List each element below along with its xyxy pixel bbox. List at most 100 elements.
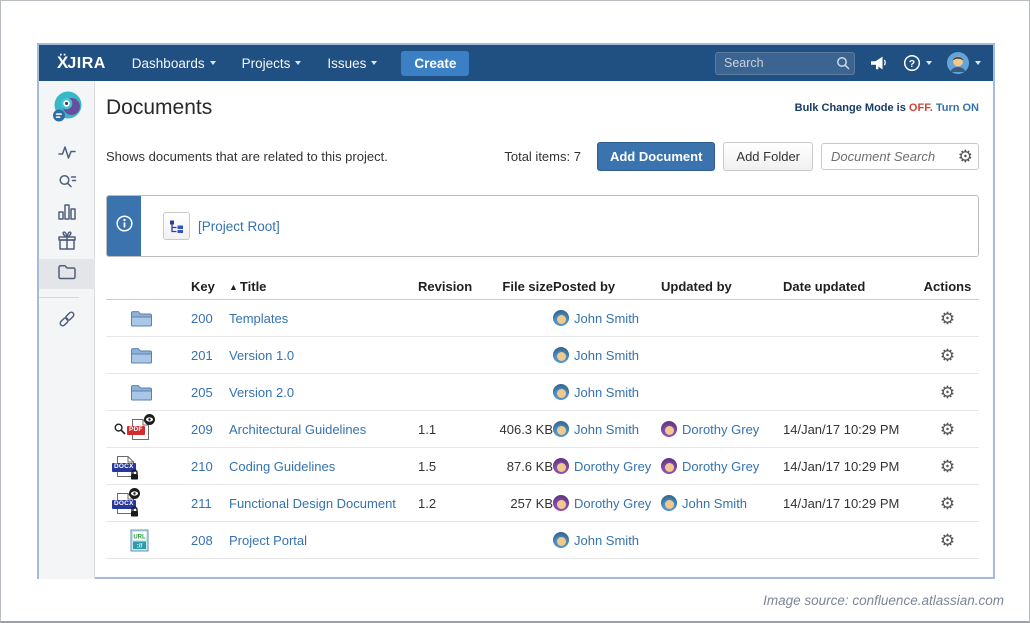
nav-projects[interactable]: Projects	[242, 56, 302, 71]
sidebar-divider	[39, 297, 79, 298]
nav-dashboards[interactable]: Dashboards	[132, 56, 216, 71]
project-root-link[interactable]: [Project Root]	[198, 219, 280, 234]
column-header-updated-by[interactable]: Updated by	[661, 279, 781, 294]
caret-down-icon	[371, 61, 377, 65]
sidebar-items	[39, 139, 95, 336]
column-header-label: Posted by	[553, 279, 615, 294]
user-link[interactable]: John Smith	[682, 496, 747, 511]
doc-key-cell: 200	[191, 311, 229, 326]
user-link[interactable]: John Smith	[574, 311, 639, 326]
user-link[interactable]: John Smith	[574, 533, 639, 548]
column-header-posted-by[interactable]: Posted by	[553, 279, 661, 294]
table-row: DOCX211Functional Design Document1.2257 …	[106, 485, 979, 522]
sidebar-item-reports[interactable]	[39, 199, 95, 229]
navbar-search	[715, 52, 855, 75]
posted-by-cell: John Smith	[553, 310, 661, 326]
avatar-face	[557, 537, 566, 546]
row-actions-gear-icon[interactable]: ⚙	[940, 347, 955, 364]
user-link[interactable]: Dorothy Grey	[574, 459, 651, 474]
doc-key-link[interactable]: 211	[191, 496, 212, 511]
jira-logo[interactable]: ẌJIRA	[57, 53, 106, 73]
turn-on-link[interactable]: Turn ON	[933, 102, 979, 114]
top-navbar: ẌJIRA Dashboards Projects Issues Create ?	[39, 45, 993, 81]
doc-title-link[interactable]: Project Portal	[229, 533, 307, 548]
row-actions-gear-icon[interactable]: ⚙	[940, 384, 955, 401]
doc-key-link[interactable]: 205	[191, 385, 213, 400]
sidebar-item-link[interactable]	[39, 306, 95, 336]
user-avatar	[553, 495, 569, 511]
sidebar-item-documents[interactable]	[39, 259, 95, 289]
search-settings-gear-icon[interactable]: ⚙	[958, 148, 973, 165]
user-link[interactable]: John Smith	[574, 348, 639, 363]
posted-by-cell: John Smith	[553, 532, 661, 548]
megaphone-icon[interactable]	[869, 55, 889, 71]
user-link[interactable]: Dorothy Grey	[682, 422, 759, 437]
posted-by-cell: John Smith	[553, 384, 661, 400]
svg-text:://: ://	[137, 542, 143, 549]
revision-value: 1.2	[416, 496, 471, 511]
doc-title-cell: Functional Design Document	[229, 496, 416, 511]
user-link[interactable]: Dorothy Grey	[682, 459, 759, 474]
help-menu[interactable]: ?	[903, 54, 932, 72]
doc-title-link[interactable]: Functional Design Document	[229, 496, 396, 511]
pdf-file-icon: PDF	[114, 418, 150, 441]
user-avatar	[661, 421, 677, 437]
row-actions-gear-icon[interactable]: ⚙	[940, 421, 955, 438]
doc-key-link[interactable]: 201	[191, 348, 213, 363]
folder-icon	[130, 384, 153, 401]
doc-title-cell: Templates	[229, 311, 416, 326]
user-link[interactable]: John Smith	[574, 385, 639, 400]
search-input[interactable]	[715, 52, 855, 75]
row-actions-gear-icon[interactable]: ⚙	[940, 495, 955, 512]
column-header-date-updated[interactable]: Date updated	[781, 279, 916, 294]
row-actions-gear-icon[interactable]: ⚙	[940, 310, 955, 327]
table-row: 200 Templates John Smith ⚙	[106, 300, 979, 337]
doc-key-link[interactable]: 210	[191, 459, 213, 474]
date-updated-value: 14/Jan/17 10:29 PM	[781, 459, 916, 474]
doc-title-link[interactable]: Coding Guidelines	[229, 459, 335, 474]
column-header-actions[interactable]: Actions	[916, 279, 979, 294]
row-actions-gear-icon[interactable]: ⚙	[940, 458, 955, 475]
add-document-button[interactable]: Add Document	[597, 142, 715, 171]
total-items-label: Total items: 7	[504, 149, 581, 164]
posted-by-cell: John Smith	[553, 347, 661, 363]
doc-title-link[interactable]: Version 1.0	[229, 348, 294, 363]
doc-key-link[interactable]: 209	[191, 422, 213, 437]
svg-text:?: ?	[909, 58, 915, 70]
user-link[interactable]: Dorothy Grey	[574, 496, 651, 511]
docx-file-icon: DOCX	[114, 455, 135, 478]
project-avatar[interactable]	[50, 90, 84, 129]
search-icon[interactable]	[836, 56, 850, 75]
sidebar-item-activity[interactable]	[39, 139, 95, 169]
doc-title-link[interactable]: Version 2.0	[229, 385, 294, 400]
svg-text:URL: URL	[133, 534, 146, 540]
row-actions-gear-icon[interactable]: ⚙	[940, 532, 955, 549]
doc-title-cell: Version 1.0	[229, 348, 416, 363]
activity-icon	[56, 141, 78, 168]
table-row: URL :// 208 Project Portal John Smith ⚙	[106, 522, 979, 559]
nav-label: Projects	[242, 56, 291, 71]
info-icon[interactable]	[116, 215, 133, 237]
doc-title-link[interactable]: Architectural Guidelines	[229, 422, 366, 437]
user-profile-menu[interactable]	[946, 51, 981, 75]
actions-cell: ⚙	[916, 458, 979, 475]
nav-issues[interactable]: Issues	[327, 56, 377, 71]
add-folder-button[interactable]: Add Folder	[723, 142, 813, 171]
document-search-input[interactable]	[821, 143, 979, 170]
doc-key-link[interactable]: 200	[191, 311, 213, 326]
user-link[interactable]: John Smith	[574, 422, 639, 437]
column-header-file-size[interactable]: File size	[471, 279, 553, 294]
column-header-key[interactable]: Key	[191, 279, 229, 294]
column-header-label: Actions	[924, 279, 972, 294]
column-header-revision[interactable]: Revision	[416, 279, 471, 294]
posted-by-cell: Dorothy Grey	[553, 495, 661, 511]
sidebar-item-releases[interactable]	[39, 229, 95, 259]
create-button[interactable]: Create	[401, 51, 469, 76]
column-header-title[interactable]: ▲Title	[229, 279, 416, 294]
doc-title-link[interactable]: Templates	[229, 311, 288, 326]
main-content: Documents Bulk Change Mode is OFF. Turn …	[95, 81, 993, 579]
caret-down-icon	[926, 61, 932, 65]
doc-key-link[interactable]: 208	[191, 533, 213, 548]
sidebar-item-search[interactable]	[39, 169, 95, 199]
tree-view-button[interactable]	[163, 212, 190, 240]
